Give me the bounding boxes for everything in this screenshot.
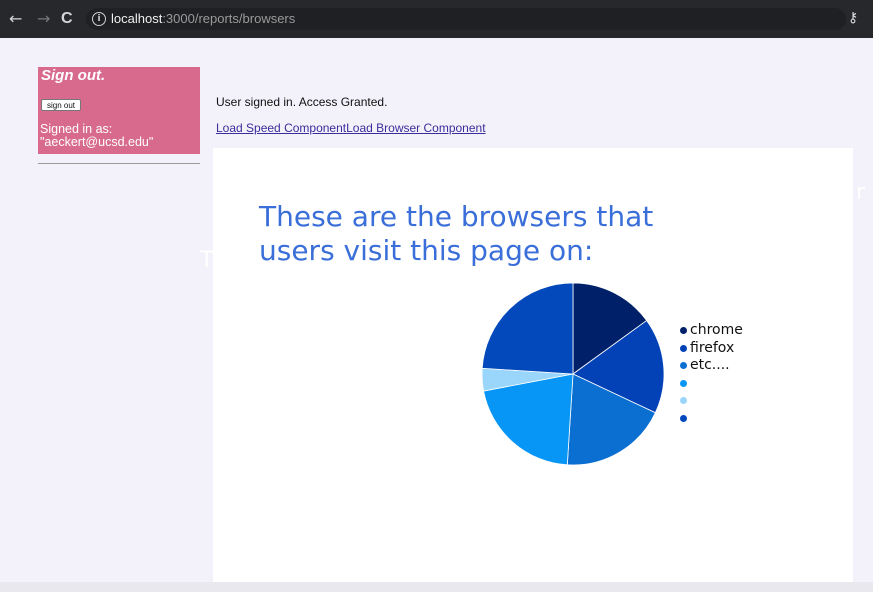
url-host: localhost (111, 11, 163, 26)
signed-in-email: "aeckert@ucsd.edu" (40, 135, 154, 149)
forward-icon[interactable]: → (37, 9, 50, 29)
load-speed-link[interactable]: Load Speed Component (216, 121, 346, 135)
load-browser-link[interactable]: Load Browser Component (346, 121, 485, 135)
legend-item-5 (680, 410, 743, 428)
legend-item-4 (680, 392, 743, 410)
back-icon[interactable]: ← (9, 9, 22, 29)
key-icon[interactable]: ⚷ (848, 10, 858, 26)
access-status-text: User signed in. Access Granted. (216, 95, 388, 109)
legend-label: etc.... (690, 357, 730, 373)
legend-item-0: chrome (680, 322, 743, 340)
ghost-text-right: r (856, 180, 866, 205)
legend-dot-icon (680, 397, 687, 405)
browser-report-panel: These are the browsers that users visit … (213, 148, 853, 592)
legend-dot-icon (680, 344, 687, 352)
chart-legend: chrome firefox etc.... (680, 322, 743, 427)
sign-out-button[interactable]: sign out (41, 99, 82, 111)
window-bottom-edge (0, 582, 873, 592)
legend-dot-icon (680, 327, 687, 335)
legend-dot-icon (680, 379, 687, 387)
legend-item-1: firefox (680, 340, 743, 358)
legend-label: firefox (690, 339, 735, 356)
legend-dot-icon (680, 414, 687, 422)
browser-pie-chart (481, 282, 665, 466)
legend-item-3 (680, 375, 743, 393)
component-links: Load Speed ComponentLoad Browser Compone… (216, 121, 486, 135)
chart-title: These are the browsers that users visit … (259, 200, 654, 267)
ghost-text-left: T (200, 248, 214, 273)
signout-panel: Sign out. sign out Signed in as: "aecker… (38, 67, 200, 154)
legend-item-2: etc.... (680, 357, 743, 375)
browser-toolbar: ← → C i localhost:3000/reports/browsers … (0, 0, 873, 38)
url-path: :3000/reports/browsers (162, 11, 296, 26)
site-info-icon[interactable]: i (92, 12, 106, 26)
reload-icon[interactable]: C (61, 9, 73, 29)
legend-dot-icon (680, 362, 687, 370)
legend-label: chrome (690, 322, 743, 338)
signout-title: Sign out. (41, 67, 106, 84)
url-text[interactable]: localhost:3000/reports/browsers (111, 11, 295, 26)
pie-slice-5 (481, 282, 574, 375)
sidebar-divider (38, 163, 200, 164)
